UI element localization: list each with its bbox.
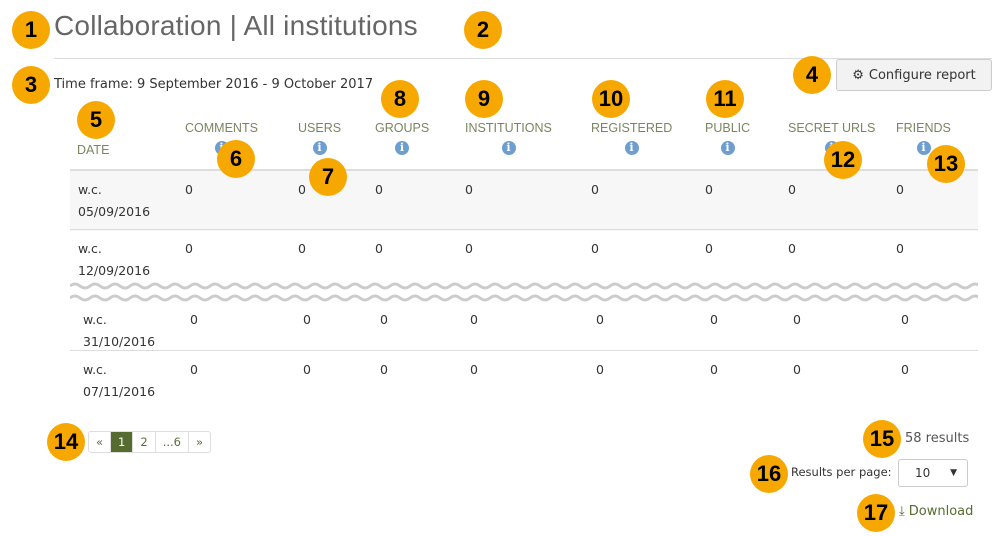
value-cell-comments: 0	[185, 241, 193, 256]
results-per-page-value: 10	[915, 466, 931, 480]
pagination-page-2[interactable]: 2	[133, 432, 156, 452]
results-count: 58 results	[905, 431, 970, 446]
value-cell-public: 0	[705, 241, 713, 256]
callout-badge-14: 14	[47, 423, 85, 461]
caret-down-icon: ▼	[950, 468, 957, 478]
date-prefix: w.c.	[78, 182, 102, 197]
callout-badge-2: 2	[464, 11, 502, 49]
date-prefix: w.c.	[83, 362, 107, 377]
value-cell-secret-urls: 0	[788, 241, 796, 256]
value-cell-secret-urls: 0	[793, 312, 801, 327]
value-cell-friends: 0	[901, 312, 909, 327]
value-cell-secret-urls: 0	[788, 182, 796, 197]
value-cell-users: 0	[298, 182, 306, 197]
column-header-friends[interactable]: FRIENDS	[896, 121, 951, 135]
table-row: w.c. 31/10/2016 0 0 0 0 0 0 0 0	[70, 300, 978, 351]
callout-badge-4: 4	[793, 56, 831, 94]
value-cell-users: 0	[303, 362, 311, 377]
callout-badge-3: 3	[12, 66, 50, 104]
value-cell-groups: 0	[380, 362, 388, 377]
value-cell-comments: 0	[190, 362, 198, 377]
date-cell: w.c. 05/09/2016	[78, 179, 150, 223]
value-cell-institutions: 0	[465, 241, 473, 256]
info-icon[interactable]: i	[395, 141, 409, 155]
info-icon[interactable]: i	[312, 141, 327, 155]
column-header-date[interactable]: DATE	[77, 143, 109, 157]
date-value: 12/09/2016	[78, 263, 151, 278]
configure-report-label: Configure report	[868, 67, 976, 83]
value-cell-users: 0	[298, 241, 306, 256]
value-cell-groups: 0	[375, 241, 383, 256]
value-cell-registered: 0	[596, 362, 604, 377]
pagination-page-1[interactable]: 1	[111, 432, 134, 452]
configure-report-button[interactable]: ⚙ Configure report	[836, 59, 992, 91]
value-cell-institutions: 0	[470, 362, 478, 377]
results-per-page-label: Results per page:	[791, 465, 892, 479]
column-header-public[interactable]: PUBLIC	[705, 121, 750, 135]
value-cell-friends: 0	[901, 362, 909, 377]
download-link[interactable]: ⤓ Download	[899, 504, 973, 519]
download-label: Download	[908, 504, 974, 519]
pagination-next[interactable]: »	[189, 432, 210, 452]
callout-badge-10: 10	[592, 80, 630, 118]
date-value: 07/11/2016	[83, 384, 156, 399]
table-break-wave	[70, 280, 978, 304]
date-cell: w.c. 31/10/2016	[83, 309, 155, 353]
value-cell-public: 0	[710, 312, 718, 327]
callout-badge-5: 5	[77, 101, 115, 139]
value-cell-institutions: 0	[465, 182, 473, 197]
callout-badge-16: 16	[750, 455, 788, 493]
date-prefix: w.c.	[78, 241, 102, 256]
callout-badge-1: 1	[12, 11, 50, 49]
column-header-registered[interactable]: REGISTERED	[591, 121, 672, 135]
callout-badge-15: 15	[863, 420, 901, 458]
date-cell: w.c. 07/11/2016	[83, 359, 155, 403]
column-header-secret-urls[interactable]: SECRET URLS	[788, 121, 875, 135]
column-header-groups[interactable]: GROUPS	[375, 121, 429, 135]
date-cell: w.c. 12/09/2016	[78, 238, 150, 282]
table-row: w.c. 07/11/2016 0 0 0 0 0 0 0 0	[70, 350, 978, 406]
value-cell-registered: 0	[591, 241, 599, 256]
info-icon[interactable]: i	[624, 141, 639, 155]
pagination-page-6[interactable]: ...6	[156, 432, 189, 452]
callout-badge-13: 13	[927, 145, 965, 183]
date-prefix: w.c.	[83, 312, 107, 327]
column-header-institutions[interactable]: INSTITUTIONS	[465, 121, 552, 135]
value-cell-users: 0	[303, 312, 311, 327]
callout-badge-9: 9	[465, 80, 503, 118]
value-cell-comments: 0	[185, 182, 193, 197]
value-cell-groups: 0	[380, 312, 388, 327]
info-icon[interactable]: i	[720, 141, 735, 155]
value-cell-institutions: 0	[470, 312, 478, 327]
column-header-users[interactable]: USERS	[298, 121, 341, 135]
callout-badge-7: 7	[309, 158, 347, 196]
callout-badge-6: 6	[217, 140, 255, 178]
value-cell-registered: 0	[591, 182, 599, 197]
column-header-comments[interactable]: COMMENTS	[185, 121, 258, 135]
gear-icon: ⚙	[852, 67, 864, 83]
callout-badge-8: 8	[381, 80, 419, 118]
pagination-prev[interactable]: «	[89, 432, 112, 452]
info-icon[interactable]: i	[916, 141, 931, 155]
callout-badge-12: 12	[824, 141, 862, 179]
value-cell-groups: 0	[375, 182, 383, 197]
callout-badge-17: 17	[857, 494, 895, 532]
value-cell-friends: 0	[896, 241, 904, 256]
value-cell-public: 0	[710, 362, 718, 377]
callout-badge-11: 11	[706, 80, 744, 118]
table-row: w.c. 12/09/2016 0 0 0 0 0 0 0 0	[70, 229, 978, 284]
pagination: « 1 2 ...6 »	[88, 431, 212, 453]
results-per-page-select[interactable]: 10 ▼	[898, 459, 968, 487]
value-cell-registered: 0	[596, 312, 604, 327]
value-cell-friends: 0	[896, 182, 904, 197]
info-icon[interactable]: i	[501, 141, 516, 155]
date-value: 05/09/2016	[78, 204, 151, 219]
time-frame: Time frame: 9 September 2016 - 9 October…	[54, 77, 374, 92]
page-title: Collaboration | All institutions	[54, 10, 418, 41]
download-icon: ⤓	[899, 504, 905, 519]
value-cell-secret-urls: 0	[793, 362, 801, 377]
value-cell-comments: 0	[190, 312, 198, 327]
value-cell-public: 0	[705, 182, 713, 197]
